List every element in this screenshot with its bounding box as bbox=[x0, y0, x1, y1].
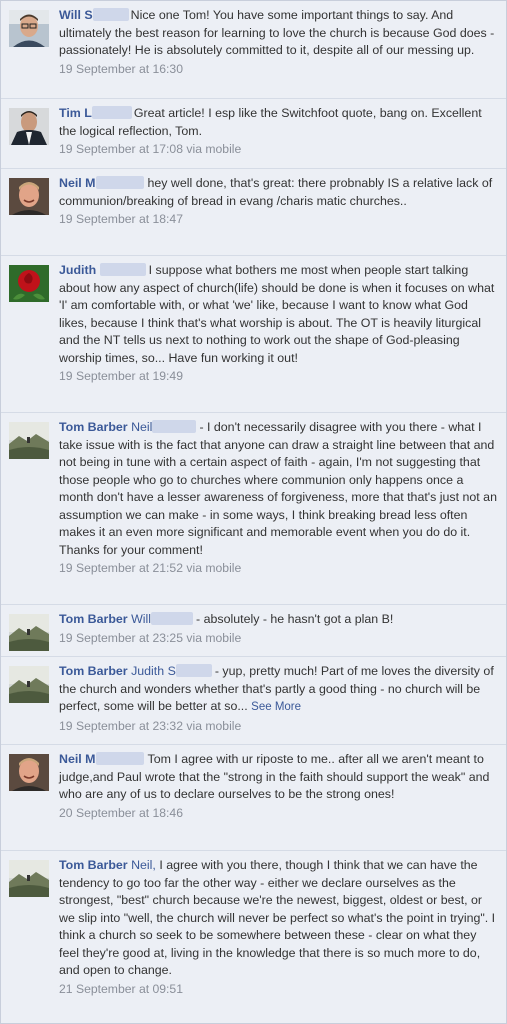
comments-panel: Will S Nice one Tom! You have some import… bbox=[0, 0, 507, 1024]
see-more-link[interactable]: See More bbox=[251, 701, 301, 713]
comment-timestamp[interactable]: 19 September at 19:49 bbox=[59, 369, 183, 383]
comment-author[interactable]: Will S bbox=[59, 8, 93, 22]
comment-item: Tom Barber Neil - I don't necessarily dis… bbox=[1, 413, 506, 605]
comment-timestamp[interactable]: 20 September at 18:46 bbox=[59, 806, 183, 820]
comment-text: Neil Mhey well done, that's great: there… bbox=[59, 175, 498, 210]
comment-text: Tom Barber Will - absolutely - he hasn't … bbox=[59, 611, 498, 629]
comment-meta: 19 September at 23:32 via mobile bbox=[59, 718, 498, 736]
landscape-avatar bbox=[9, 614, 49, 651]
comment-timestamp[interactable]: 19 September at 17:08 bbox=[59, 142, 183, 156]
comment-item: Tom Barber Will - absolutely - he hasn't … bbox=[1, 605, 506, 657]
avatar[interactable] bbox=[9, 422, 49, 459]
avatar[interactable] bbox=[9, 178, 49, 215]
comment-meta: 21 September at 09:51 bbox=[59, 981, 498, 999]
comment-message: - absolutely - he hasn't got a plan B! bbox=[196, 612, 394, 626]
comment-author[interactable]: Tim L bbox=[59, 106, 92, 120]
comment-meta: 19 September at 19:49 bbox=[59, 368, 498, 386]
avatar[interactable] bbox=[9, 108, 49, 145]
comment-timestamp[interactable]: 19 September at 16:30 bbox=[59, 62, 183, 76]
comment-meta: 19 September at 16:30 bbox=[59, 61, 498, 79]
comment-via: via mobile bbox=[186, 561, 242, 575]
comment-via: via mobile bbox=[186, 630, 242, 645]
mention-link[interactable]: Judith S bbox=[131, 664, 176, 678]
redacted-name bbox=[95, 752, 144, 765]
avatar[interactable] bbox=[9, 754, 49, 791]
avatar[interactable] bbox=[9, 614, 49, 651]
comment-timestamp[interactable]: 21 September at 09:51 bbox=[59, 982, 183, 996]
landscape-avatar bbox=[9, 860, 49, 897]
comment-author[interactable]: Tom Barber bbox=[59, 664, 128, 678]
comment-meta: 19 September at 18:47 bbox=[59, 211, 498, 229]
mention-link[interactable]: Neil, bbox=[131, 858, 156, 872]
comment-timestamp[interactable]: 19 September at 23:32 bbox=[59, 719, 183, 733]
mention-link[interactable]: Will bbox=[131, 612, 151, 626]
mention-link[interactable]: Neil bbox=[131, 420, 152, 434]
comment-meta: 19 September at 23:25 via mobile bbox=[59, 630, 498, 648]
comment-meta: 19 September at 17:08 via mobile bbox=[59, 141, 498, 159]
redacted-name bbox=[152, 420, 197, 433]
comment-item: Tom Barber Neil, I agree with you there,… bbox=[1, 851, 506, 1023]
redacted-name bbox=[175, 664, 212, 677]
comment-message: I suppose what bothers me most when peop… bbox=[59, 263, 495, 365]
comment-text: Tom Barber Neil - I don't necessarily dis… bbox=[59, 419, 498, 559]
comment-timestamp[interactable]: 19 September at 21:52 bbox=[59, 561, 183, 575]
comment-via: via mobile bbox=[186, 142, 242, 156]
man-in-glasses-avatar bbox=[9, 10, 49, 47]
red-rose-avatar bbox=[9, 265, 49, 302]
avatar[interactable] bbox=[9, 265, 49, 302]
avatar[interactable] bbox=[9, 860, 49, 897]
comment-item: Tim L Great article! I esp like the Switc… bbox=[1, 99, 506, 169]
comment-message: - I don't necessarily disagree with you … bbox=[59, 420, 497, 557]
comment-meta: 19 September at 21:52 via mobile bbox=[59, 560, 498, 578]
comment-text: Neil M Tom I agree with ur riposte to me.… bbox=[59, 751, 498, 804]
comment-message: I agree with you there, though I think t… bbox=[59, 858, 496, 977]
comment-text: Tim L Great article! I esp like the Switc… bbox=[59, 105, 498, 140]
comment-author[interactable]: Tom Barber bbox=[59, 858, 128, 872]
comment-author[interactable]: Neil M bbox=[59, 752, 96, 766]
comment-text: Judith I suppose what bothers me most wh… bbox=[59, 262, 498, 367]
comment-text: Will S Nice one Tom! You have some import… bbox=[59, 7, 498, 60]
comment-author[interactable]: Neil M bbox=[59, 176, 96, 190]
man-in-suit-avatar bbox=[9, 108, 49, 145]
smiling-man-avatar bbox=[9, 178, 49, 215]
comment-item: Will S Nice one Tom! You have some import… bbox=[1, 1, 506, 99]
redacted-name bbox=[92, 8, 129, 21]
redacted-name bbox=[151, 612, 194, 625]
comment-meta: 20 September at 18:46 bbox=[59, 805, 498, 823]
comment-item: Neil M Tom I agree with ur riposte to me.… bbox=[1, 745, 506, 851]
comment-text: Tom Barber Judith S- yup, pretty much! P… bbox=[59, 663, 498, 717]
comment-item: Tom Barber Judith S- yup, pretty much! P… bbox=[1, 657, 506, 745]
comment-via: via mobile bbox=[186, 718, 242, 733]
comment-item: Neil Mhey well done, that's great: there… bbox=[1, 169, 506, 256]
comment-author[interactable]: Tom Barber bbox=[59, 420, 128, 434]
avatar[interactable] bbox=[9, 666, 49, 703]
comment-timestamp[interactable]: 19 September at 23:25 bbox=[59, 631, 183, 645]
redacted-name bbox=[99, 263, 146, 276]
comment-timestamp[interactable]: 19 September at 18:47 bbox=[59, 212, 183, 226]
redacted-name bbox=[95, 176, 144, 189]
comment-author[interactable]: Tom Barber bbox=[59, 612, 128, 626]
comment-item: Judith I suppose what bothers me most wh… bbox=[1, 256, 506, 413]
comment-text: Tom Barber Neil, I agree with you there,… bbox=[59, 857, 498, 980]
comment-author[interactable]: Judith bbox=[59, 263, 96, 277]
smiling-man-avatar bbox=[9, 754, 49, 791]
redacted-name bbox=[91, 106, 132, 119]
landscape-avatar bbox=[9, 422, 49, 459]
avatar[interactable] bbox=[9, 10, 49, 47]
landscape-avatar bbox=[9, 666, 49, 703]
